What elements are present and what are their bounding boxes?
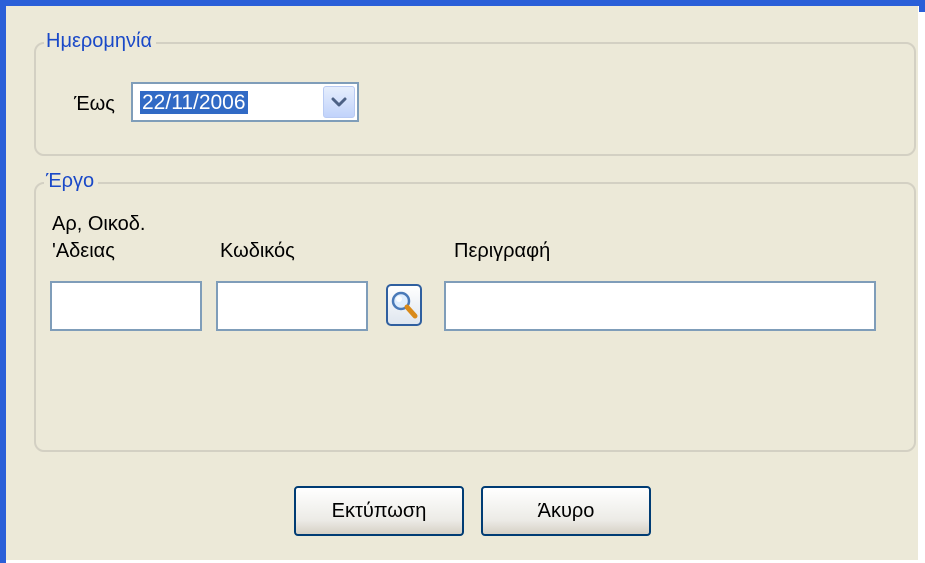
window-frame-right bbox=[919, 0, 925, 12]
report-dialog: Ημερομηνία Έως 22/11/2006 Έργο Αρ, Οικοδ… bbox=[0, 0, 925, 563]
search-button[interactable] bbox=[386, 284, 422, 326]
until-label: Έως bbox=[74, 93, 115, 115]
until-date-picker[interactable]: 22/11/2006 bbox=[131, 82, 359, 122]
date-group-legend: Ημερομηνία bbox=[44, 30, 157, 52]
magnifier-icon bbox=[391, 291, 418, 319]
permit-number-input[interactable] bbox=[50, 281, 202, 331]
project-group-legend: Έργο bbox=[44, 170, 99, 192]
code-label: Κωδικός bbox=[220, 240, 295, 262]
permit-label-line2: 'Αδειας bbox=[52, 240, 115, 262]
dialog-client-area: Ημερομηνία Έως 22/11/2006 Έργο Αρ, Οικοδ… bbox=[6, 6, 918, 560]
description-label: Περιγραφή bbox=[454, 240, 551, 262]
until-date-value[interactable]: 22/11/2006 bbox=[140, 91, 248, 114]
permit-label-line1: Αρ, Οικοδ. bbox=[52, 213, 146, 235]
description-input[interactable] bbox=[444, 281, 876, 331]
print-button[interactable]: Εκτύπωση bbox=[294, 486, 464, 536]
date-dropdown-button[interactable] bbox=[323, 86, 355, 118]
cancel-button[interactable]: Άκυρο bbox=[481, 486, 651, 536]
chevron-down-icon bbox=[331, 97, 347, 107]
code-input[interactable] bbox=[216, 281, 368, 331]
